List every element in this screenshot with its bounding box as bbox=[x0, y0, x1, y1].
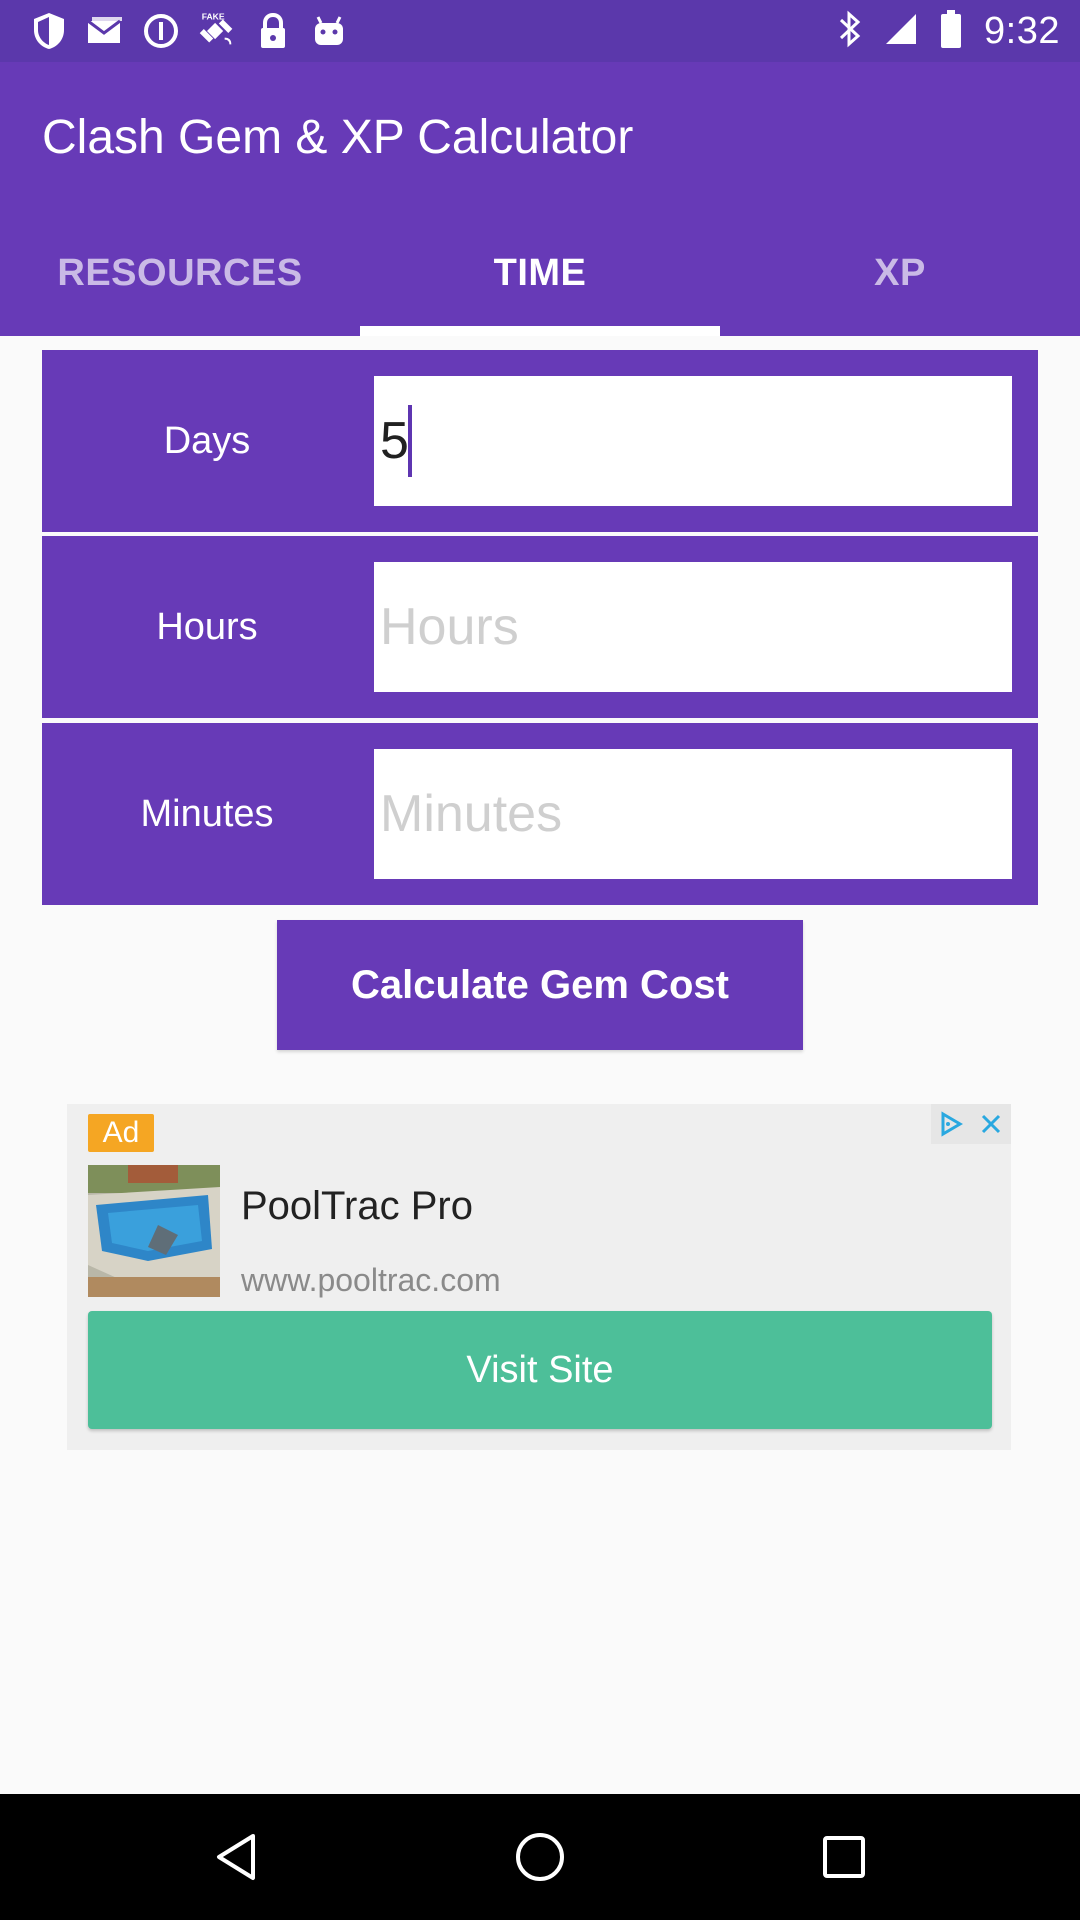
tab-bar: RESOURCES TIME XP bbox=[0, 210, 1080, 336]
ad-close-icon[interactable] bbox=[971, 1104, 1011, 1144]
tab-resources[interactable]: RESOURCES bbox=[0, 210, 360, 336]
clock: 9:32 bbox=[984, 9, 1060, 52]
navigation-bar bbox=[0, 1794, 1080, 1920]
hours-row: Hours bbox=[42, 536, 1038, 718]
ad-banner[interactable]: Ad PoolTrac Pro www.pooltrac.com Visit S… bbox=[67, 1104, 1011, 1450]
mail-icon bbox=[84, 10, 126, 52]
app-bar: Clash Gem & XP Calculator RESOURCES TIME… bbox=[0, 62, 1080, 336]
signal-icon bbox=[884, 12, 918, 50]
app-title: Clash Gem & XP Calculator bbox=[42, 111, 634, 164]
hours-label: Hours bbox=[156, 605, 258, 648]
lock-icon bbox=[252, 10, 294, 52]
back-icon[interactable] bbox=[206, 1827, 266, 1887]
ad-title[interactable]: PoolTrac Pro bbox=[241, 1184, 473, 1229]
recents-icon[interactable] bbox=[814, 1827, 874, 1887]
minutes-label: Minutes bbox=[140, 792, 274, 835]
visit-site-button[interactable]: Visit Site bbox=[88, 1311, 992, 1429]
ad-url: www.pooltrac.com bbox=[241, 1262, 501, 1298]
home-icon[interactable] bbox=[510, 1827, 570, 1887]
ad-choices-icon[interactable] bbox=[931, 1104, 971, 1144]
days-label: Days bbox=[163, 419, 251, 462]
ad-image[interactable] bbox=[88, 1165, 220, 1297]
days-row: Days bbox=[42, 350, 1038, 532]
calculate-gem-cost-button[interactable]: Calculate Gem Cost bbox=[277, 920, 803, 1050]
data-saver-icon bbox=[140, 10, 182, 52]
days-input[interactable] bbox=[374, 376, 1012, 506]
bluetooth-icon bbox=[838, 10, 862, 52]
tab-indicator bbox=[360, 326, 720, 336]
minutes-row: Minutes bbox=[42, 723, 1038, 905]
minutes-input[interactable] bbox=[374, 749, 1012, 879]
battery-icon bbox=[940, 9, 962, 53]
android-icon bbox=[308, 10, 350, 52]
svg-text:FAKE: FAKE bbox=[202, 12, 225, 22]
tab-time-label: TIME bbox=[493, 251, 587, 294]
shield-icon bbox=[28, 10, 70, 52]
fake-gps-icon: FAKE bbox=[196, 10, 238, 52]
text-cursor bbox=[408, 405, 412, 477]
ad-badge: Ad bbox=[88, 1114, 154, 1152]
status-bar: FAKE 9:32 bbox=[0, 0, 1080, 62]
tab-time[interactable]: TIME bbox=[360, 210, 720, 336]
hours-input[interactable] bbox=[374, 562, 1012, 692]
tab-xp[interactable]: XP bbox=[720, 210, 1080, 336]
